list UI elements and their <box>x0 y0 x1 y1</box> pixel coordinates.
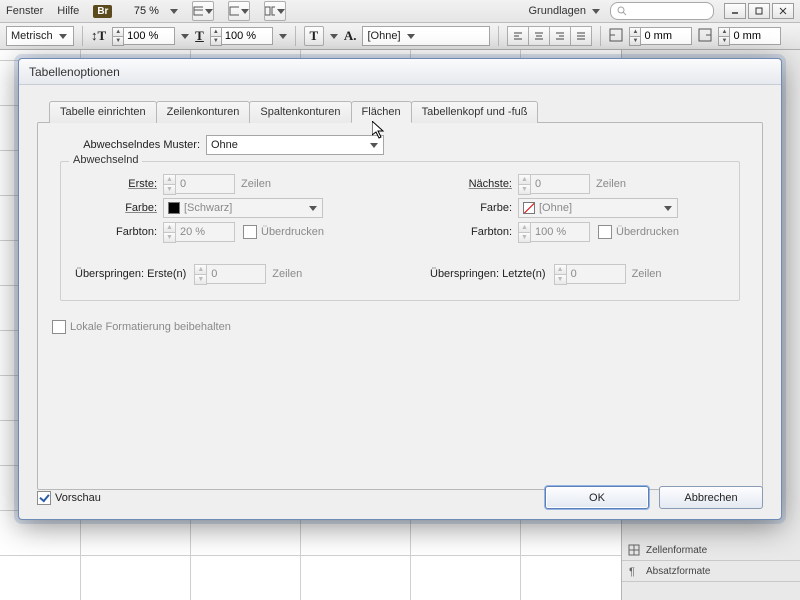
dialog-titlebar[interactable]: Tabellenoptionen <box>19 59 781 85</box>
farbe-left-label: Farbe: <box>75 202 163 214</box>
dialog-title: Tabellenoptionen <box>29 65 120 79</box>
inset-left-icon <box>609 28 623 45</box>
erste-unit: Zeilen <box>241 178 271 190</box>
naechste-label: Nächste: <box>430 178 518 190</box>
search-input[interactable] <box>610 2 714 20</box>
ueberdrucken-left-checkbox[interactable] <box>243 225 257 239</box>
chevron-down-icon <box>170 9 178 14</box>
chevron-down-icon <box>370 143 378 148</box>
units-dropdown[interactable]: Metrisch <box>6 26 74 46</box>
farbton-right-spinner[interactable]: ▲▼100 % <box>518 222 590 243</box>
chevron-down-icon <box>592 9 600 14</box>
skip-last-unit: Zeilen <box>632 268 662 280</box>
char-style-icon: A. <box>344 28 357 44</box>
maximize-button[interactable] <box>748 3 770 19</box>
chevron-down-icon <box>205 9 213 14</box>
tab-zeilenkonturen[interactable]: Zeilenkonturen <box>156 101 251 123</box>
close-button[interactable] <box>772 3 794 19</box>
svg-text:¶: ¶ <box>629 566 635 577</box>
app-menu-bar: Fenster Hilfe Br 75 % Grundlagen <box>0 0 800 23</box>
naechste-unit: Zeilen <box>596 178 626 190</box>
chevron-down-icon <box>181 34 189 39</box>
skip-last-label: Überspringen: Letzte(n) <box>430 268 554 280</box>
farbton-left-label: Farbton: <box>75 226 163 238</box>
char-style-dropdown[interactable]: [Ohne] <box>362 26 490 46</box>
group-title: Abwechselnd <box>69 154 142 166</box>
tab-flaechen[interactable]: Flächen <box>351 101 412 123</box>
pattern-label: Abwechselndes Muster: <box>60 139 206 151</box>
minimize-button[interactable] <box>724 3 746 19</box>
dialog-tabs: Tabelle einrichten Zeilenkonturen Spalte… <box>49 100 763 122</box>
ok-button[interactable]: OK <box>545 486 649 509</box>
erste-spinner[interactable]: ▲▼0 <box>163 174 235 195</box>
menu-fenster[interactable]: Fenster <box>6 5 43 17</box>
chevron-down-icon <box>59 34 67 39</box>
skip-first-unit: Zeilen <box>272 268 302 280</box>
skip-last-spinner[interactable]: ▲▼0 <box>554 264 626 285</box>
align-right-button[interactable] <box>549 26 570 46</box>
arrange-button[interactable] <box>264 1 286 21</box>
control-bar: Metrisch ↕T ▲▼ T ▲▼ T A. [Ohne] ▲▼ ▲▼ <box>0 23 800 50</box>
erste-label: Erste: <box>75 178 163 190</box>
chevron-down-icon <box>241 9 249 14</box>
tab-pane-flaechen: Abwechselndes Muster: Ohne Abwechselnd E… <box>37 122 763 490</box>
farbton-right-label: Farbton: <box>430 226 518 238</box>
bridge-button[interactable]: Br <box>93 5 112 18</box>
workspace-dropdown[interactable]: Grundlagen <box>529 5 601 17</box>
align-left-button[interactable] <box>507 26 528 46</box>
chevron-down-icon <box>309 206 317 211</box>
vertical-scale-icon: T <box>195 28 204 44</box>
table-options-dialog: Tabellenoptionen Tabelle einrichten Zeil… <box>18 58 782 520</box>
inset-right-field[interactable]: ▲▼ <box>718 27 781 46</box>
chevron-down-icon <box>330 34 338 39</box>
align-buttons <box>507 26 592 46</box>
ueberdrucken-right-checkbox[interactable] <box>598 225 612 239</box>
zoom-dropdown[interactable]: 75 % <box>126 5 178 17</box>
preserve-local-checkbox[interactable] <box>52 320 66 334</box>
farbe-right-dropdown[interactable]: [Ohne] <box>518 198 678 218</box>
alternating-first-column: Erste: ▲▼0 Zeilen Farbe: [Schwarz] Farbt… <box>75 172 370 244</box>
naechste-spinner[interactable]: ▲▼0 <box>518 174 590 195</box>
cancel-button[interactable]: Abbrechen <box>659 486 763 509</box>
panel-zellenformate[interactable]: Zellenformate <box>622 540 800 561</box>
text-tool-icon[interactable]: T <box>304 26 324 46</box>
alternating-next-column: Nächste: ▲▼0 Zeilen Farbe: [Ohne] Farbto… <box>430 172 725 244</box>
swatch-none-icon <box>523 202 535 214</box>
chevron-down-icon <box>407 34 415 39</box>
skip-first-spinner[interactable]: ▲▼0 <box>194 264 266 285</box>
screen-mode-button[interactable] <box>228 1 250 21</box>
skip-first-label: Überspringen: Erste(n) <box>75 268 194 280</box>
farbe-right-label: Farbe: <box>430 202 518 214</box>
farbton-left-spinner[interactable]: ▲▼20 % <box>163 222 235 243</box>
scale-h-field[interactable]: ▲▼ <box>112 27 175 46</box>
pattern-dropdown[interactable]: Ohne <box>206 135 384 155</box>
align-center-button[interactable] <box>528 26 549 46</box>
tab-tabellenkopf-fuss[interactable]: Tabellenkopf und -fuß <box>411 101 539 123</box>
preserve-local-label: Lokale Formatierung beibehalten <box>70 321 231 333</box>
panel-absatzformate[interactable]: ¶Absatzformate <box>622 561 800 582</box>
tab-spaltenkonturen[interactable]: Spaltenkonturen <box>249 101 351 123</box>
swatch-black-icon <box>168 202 180 214</box>
preview-label: Vorschau <box>55 492 101 504</box>
farbe-left-dropdown[interactable]: [Schwarz] <box>163 198 323 218</box>
chevron-down-icon <box>664 206 672 211</box>
tab-tabelle-einrichten[interactable]: Tabelle einrichten <box>49 101 157 123</box>
preview-checkbox[interactable] <box>37 491 51 505</box>
search-icon <box>617 6 627 16</box>
group-abwechselnd: Abwechselnd Erste: ▲▼0 Zeilen Farbe: [Sc… <box>60 161 740 301</box>
inset-left-field[interactable]: ▲▼ <box>629 27 692 46</box>
paragraph-styles-icon: ¶ <box>628 565 640 577</box>
chevron-down-icon <box>277 9 285 14</box>
view-options-button[interactable] <box>192 1 214 21</box>
ueberdrucken-right-label: Überdrucken <box>616 226 679 238</box>
window-controls <box>724 3 794 19</box>
ueberdrucken-left-label: Überdrucken <box>261 226 324 238</box>
scale-v-field[interactable]: ▲▼ <box>210 27 273 46</box>
menu-hilfe[interactable]: Hilfe <box>57 5 79 17</box>
inset-right-icon <box>698 28 712 45</box>
horizontal-scale-icon: ↕T <box>91 28 106 44</box>
chevron-down-icon <box>279 34 287 39</box>
cell-styles-icon <box>628 544 640 556</box>
align-justify-button[interactable] <box>570 26 592 46</box>
